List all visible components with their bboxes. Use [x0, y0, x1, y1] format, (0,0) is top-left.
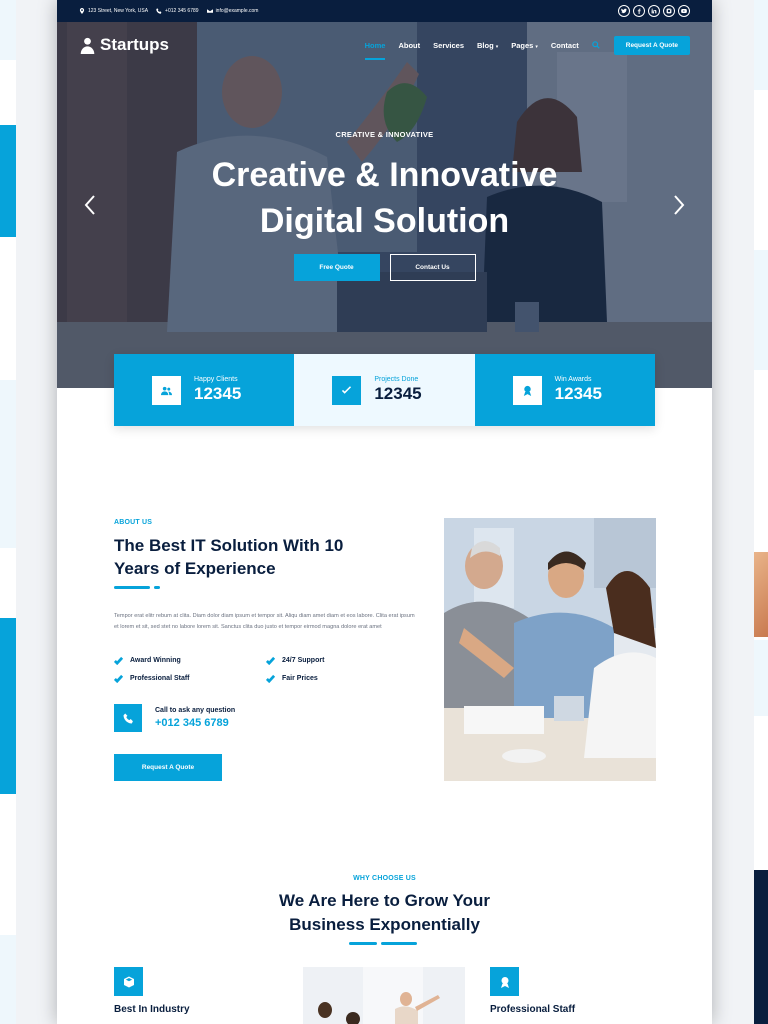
fact-projects-done: Projects Done 12345: [294, 354, 475, 426]
free-quote-button[interactable]: Free Quote: [293, 254, 380, 281]
envelope-icon: [206, 9, 213, 13]
topbar-email-text: info@example.com: [215, 8, 259, 14]
chevron-down-icon: ▾: [495, 43, 499, 50]
users-icon: [152, 375, 181, 405]
feature-title: Best In Industry: [114, 1004, 190, 1015]
check-item: Award Winning: [114, 656, 266, 665]
fact-label: Happy Clients: [194, 376, 238, 383]
about-paragraph: Tempor erat elitr rebum at clita. Diam d…: [114, 613, 415, 630]
hero-title: Creative & Innovative Digital Solution: [57, 152, 712, 244]
topbar-phone-text: +012 345 6789: [165, 8, 199, 14]
check-item-label: Fair Prices: [282, 675, 318, 682]
check-icon: [266, 656, 275, 665]
check-item: Fair Prices: [266, 674, 416, 683]
nav-item-contact[interactable]: Contact: [551, 41, 579, 50]
user-tie-icon: [80, 37, 95, 54]
fact-value: 12345: [374, 384, 422, 403]
nav-item-pages[interactable]: Pages ▾: [511, 41, 538, 50]
about-title: The Best IT Solution With 10 Years of Ex…: [114, 534, 414, 580]
call-block: Call to ask any question +012 345 6789: [114, 704, 235, 732]
nav-menu: Home About Services Blog ▾ Pages ▾ Contact…: [352, 35, 690, 60]
facts-bar: Happy Clients 12345 Projects Done 12345 …: [114, 354, 655, 426]
twitter-icon[interactable]: [618, 5, 630, 17]
phone-icon: [114, 704, 142, 732]
award-icon: [490, 967, 519, 996]
social-links: [615, 5, 690, 17]
hero-subtitle: CREATIVE & INNOVATIVE: [335, 130, 434, 139]
award-icon: [512, 375, 542, 405]
hero-title-line1: Creative & Innovative: [211, 156, 558, 194]
nav-item-home[interactable]: Home: [364, 41, 385, 60]
about-photo: [444, 518, 656, 781]
brand-logo[interactable]: Startups: [79, 35, 169, 55]
cube-icon: [114, 967, 143, 996]
why-title-underline: [349, 942, 423, 945]
call-number[interactable]: +012 345 6789: [155, 717, 235, 729]
fact-value: 12345: [194, 384, 242, 403]
map-marker-icon: [79, 8, 85, 14]
topbar-email[interactable]: info@example.com: [206, 8, 259, 14]
phone-icon: [156, 8, 162, 14]
fact-value: 12345: [554, 384, 602, 403]
check-item-label: Professional Staff: [130, 675, 190, 682]
about-request-quote-button[interactable]: Request A Quote: [114, 754, 222, 781]
fact-happy-clients: Happy Clients 12345: [114, 354, 295, 426]
topbar: 123 Street, New York, USA +012 345 6789 …: [57, 0, 712, 22]
check-item-label: Award Winning: [130, 657, 181, 664]
request-quote-button[interactable]: Request A Quote: [613, 35, 690, 55]
why-eyebrow: WHY CHOOSE US: [353, 875, 416, 882]
why-title: We Are Here to Grow Your Business Expone…: [57, 889, 712, 937]
about-eyebrow: ABOUT US: [114, 519, 153, 526]
right-preview-strip: [754, 0, 768, 1024]
check-item: Professional Staff: [114, 674, 266, 683]
check-item: 24/7 Support: [266, 656, 416, 665]
left-preview-strip: [0, 0, 16, 1024]
about-title-line2: Years of Experience: [114, 559, 276, 578]
hero-title-line2: Digital Solution: [259, 202, 510, 240]
chevron-down-icon: ▾: [535, 43, 538, 50]
why-title-line2: Business Exponentially: [289, 915, 480, 934]
nav-item-services[interactable]: Services: [433, 41, 464, 50]
carousel-prev-arrow-icon[interactable]: [83, 194, 97, 216]
contact-us-button[interactable]: Contact Us: [389, 254, 476, 281]
nav-item-blog-label: Blog: [477, 40, 494, 50]
why-title-line1: We Are Here to Grow Your: [279, 891, 490, 910]
topbar-address-text: 123 Street, New York, USA: [88, 8, 149, 14]
instagram-icon[interactable]: [663, 5, 675, 17]
why-photo: [303, 967, 465, 1024]
check-icon: [114, 674, 123, 683]
linkedin-icon[interactable]: [648, 5, 660, 17]
carousel-next-arrow-icon[interactable]: [672, 194, 686, 216]
topbar-phone[interactable]: +012 345 6789: [156, 8, 199, 14]
navbar: Startups Home About Services Blog ▾ Pages…: [79, 22, 690, 68]
title-underline: [114, 586, 164, 589]
nav-item-about[interactable]: About: [398, 41, 420, 50]
nav-item-blog[interactable]: Blog ▾: [477, 41, 498, 50]
about-title-line1: The Best IT Solution With 10: [114, 536, 344, 555]
check-icon: [332, 375, 362, 405]
check-icon: [114, 656, 123, 665]
hero-buttons: Free Quote Contact Us: [57, 254, 712, 281]
hero-carousel: Startups Home About Services Blog ▾ Pages…: [57, 22, 712, 388]
check-icon: [266, 674, 275, 683]
nav-item-pages-label: Pages: [511, 40, 534, 50]
fact-label: Projects Done: [374, 376, 419, 383]
fact-label: Win Awards: [554, 376, 592, 383]
search-icon[interactable]: [591, 41, 600, 49]
topbar-address: 123 Street, New York, USA: [79, 8, 148, 14]
check-item-label: 24/7 Support: [282, 657, 325, 664]
feature-title: Professional Staff: [490, 1004, 576, 1015]
fact-win-awards: Win Awards 12345: [474, 354, 655, 426]
brand-name: Startups: [100, 35, 169, 54]
about-checklist: Award Winning 24/7 Support Professional …: [114, 656, 419, 683]
facebook-icon[interactable]: [633, 5, 645, 17]
call-label: Call to ask any question: [155, 707, 236, 714]
youtube-icon[interactable]: [678, 5, 690, 17]
website-preview: 123 Street, New York, USA +012 345 6789 …: [57, 0, 712, 1024]
